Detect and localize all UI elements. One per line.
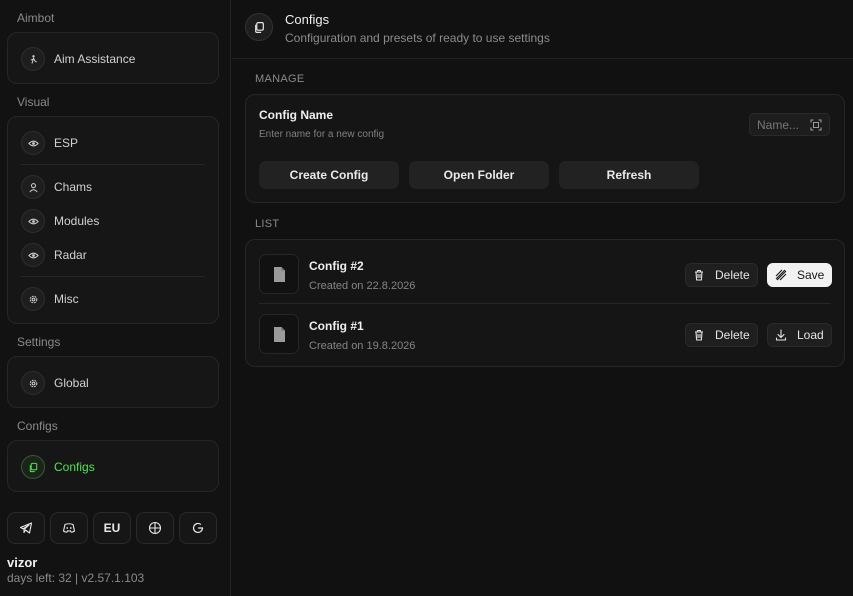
telegram-button[interactable] bbox=[7, 512, 45, 544]
eye-icon bbox=[21, 209, 45, 233]
list-label: LIST bbox=[255, 218, 280, 230]
user-icon bbox=[21, 175, 45, 199]
section-label-settings: Settings bbox=[17, 335, 61, 349]
sidebar-item-label: Radar bbox=[54, 248, 87, 262]
delete-label: Delete bbox=[715, 328, 750, 342]
config-name-title: Config Name bbox=[259, 108, 334, 122]
sidebar-item-global[interactable]: Global bbox=[21, 370, 89, 396]
save-button[interactable]: Save bbox=[767, 263, 833, 287]
discord-button[interactable] bbox=[50, 512, 88, 544]
trash-icon bbox=[695, 329, 703, 341]
bottom-button-row: EU bbox=[7, 512, 217, 544]
delete-button[interactable]: Delete bbox=[685, 323, 758, 347]
manage-label: MANAGE bbox=[255, 73, 305, 85]
refresh-button[interactable]: Refresh bbox=[559, 161, 699, 189]
manage-actions: Create Config Open Folder Refresh bbox=[259, 161, 699, 189]
save-label: Save bbox=[797, 268, 825, 282]
aimbot-card: Aim Assistance bbox=[7, 32, 219, 84]
list-item: Config #1 Created on 19.8.2026 Delete Lo… bbox=[246, 302, 844, 362]
sidebar-item-label: Configs bbox=[54, 460, 95, 474]
eye-icon bbox=[21, 243, 45, 267]
sidebar-item-aim-assistance[interactable]: Aim Assistance bbox=[21, 46, 135, 72]
settings-card: Global bbox=[7, 356, 219, 408]
refresh-button[interactable] bbox=[179, 512, 217, 544]
list-item: Config #2 Created on 22.8.2026 Delete Sa… bbox=[246, 242, 844, 302]
config-date: Created on 19.8.2026 bbox=[309, 340, 416, 352]
download-icon bbox=[775, 329, 787, 341]
gear-icon bbox=[21, 371, 45, 395]
sidebar-item-radar[interactable]: Radar bbox=[21, 242, 87, 268]
file-icon bbox=[259, 254, 299, 294]
refresh-icon bbox=[192, 522, 204, 534]
section-label-aimbot: Aimbot bbox=[17, 11, 55, 25]
globe-icon bbox=[148, 521, 162, 535]
discord-icon bbox=[62, 523, 76, 533]
load-label: Load bbox=[797, 328, 824, 342]
section-label-visual: Visual bbox=[17, 95, 50, 109]
username: vizor bbox=[7, 555, 38, 570]
delete-label: Delete bbox=[715, 268, 750, 282]
file-icon bbox=[259, 314, 299, 354]
sidebar-item-label: Aim Assistance bbox=[54, 52, 136, 66]
trash-icon bbox=[695, 269, 703, 281]
delete-button[interactable]: Delete bbox=[685, 263, 758, 287]
sidebar-item-label: Chams bbox=[54, 180, 93, 194]
config-name-input[interactable] bbox=[757, 117, 807, 132]
sidebar-item-misc[interactable]: Misc bbox=[21, 286, 79, 312]
config-list-panel: Config #2 Created on 22.8.2026 Delete Sa… bbox=[245, 239, 845, 367]
section-label-configs: Configs bbox=[17, 419, 58, 433]
open-folder-button[interactable]: Open Folder bbox=[409, 161, 549, 189]
sidebar-item-label: Modules bbox=[54, 214, 100, 228]
manage-panel: Config Name Enter name for a new config … bbox=[245, 94, 845, 203]
sidebar-item-esp[interactable]: ESP bbox=[21, 130, 78, 156]
page-subtitle: Configuration and presets of ready to us… bbox=[285, 31, 550, 45]
sidebar-item-label: Misc bbox=[54, 292, 79, 306]
gear-icon bbox=[21, 287, 45, 311]
sidebar: Aimbot Aim Assistance Visual ESP Chams M… bbox=[0, 0, 231, 596]
region-button[interactable]: EU bbox=[93, 512, 131, 544]
save-icon bbox=[775, 269, 787, 281]
config-name: Config #1 bbox=[309, 319, 364, 333]
config-name-field[interactable] bbox=[749, 113, 830, 136]
copy-icon bbox=[245, 13, 273, 41]
load-button[interactable]: Load bbox=[767, 323, 832, 347]
divider bbox=[21, 276, 205, 277]
sidebar-item-configs[interactable]: Configs bbox=[21, 454, 95, 480]
copy-icon bbox=[21, 455, 45, 479]
scan-icon bbox=[810, 119, 822, 131]
visual-card: ESP Chams Modules Radar Misc bbox=[7, 116, 219, 324]
config-name-description: Enter name for a new config bbox=[259, 129, 385, 140]
license-info: days left: 32 | v2.57.1.103 bbox=[7, 571, 145, 585]
eye-icon bbox=[21, 131, 45, 155]
divider bbox=[21, 164, 205, 165]
sidebar-item-modules[interactable]: Modules bbox=[21, 208, 99, 234]
configs-card: Configs bbox=[7, 440, 219, 492]
globe-button[interactable] bbox=[136, 512, 174, 544]
page-title: Configs bbox=[285, 12, 330, 27]
sidebar-item-chams[interactable]: Chams bbox=[21, 174, 92, 200]
create-config-button[interactable]: Create Config bbox=[259, 161, 399, 189]
config-date: Created on 22.8.2026 bbox=[309, 280, 416, 292]
header-divider bbox=[232, 58, 853, 59]
sidebar-item-label: Global bbox=[54, 376, 89, 390]
config-name: Config #2 bbox=[309, 259, 364, 273]
sidebar-item-label: ESP bbox=[54, 136, 79, 150]
person-aim-icon bbox=[21, 47, 45, 71]
telegram-icon bbox=[19, 522, 33, 534]
main-content: Configs Configuration and presets of rea… bbox=[232, 0, 853, 596]
